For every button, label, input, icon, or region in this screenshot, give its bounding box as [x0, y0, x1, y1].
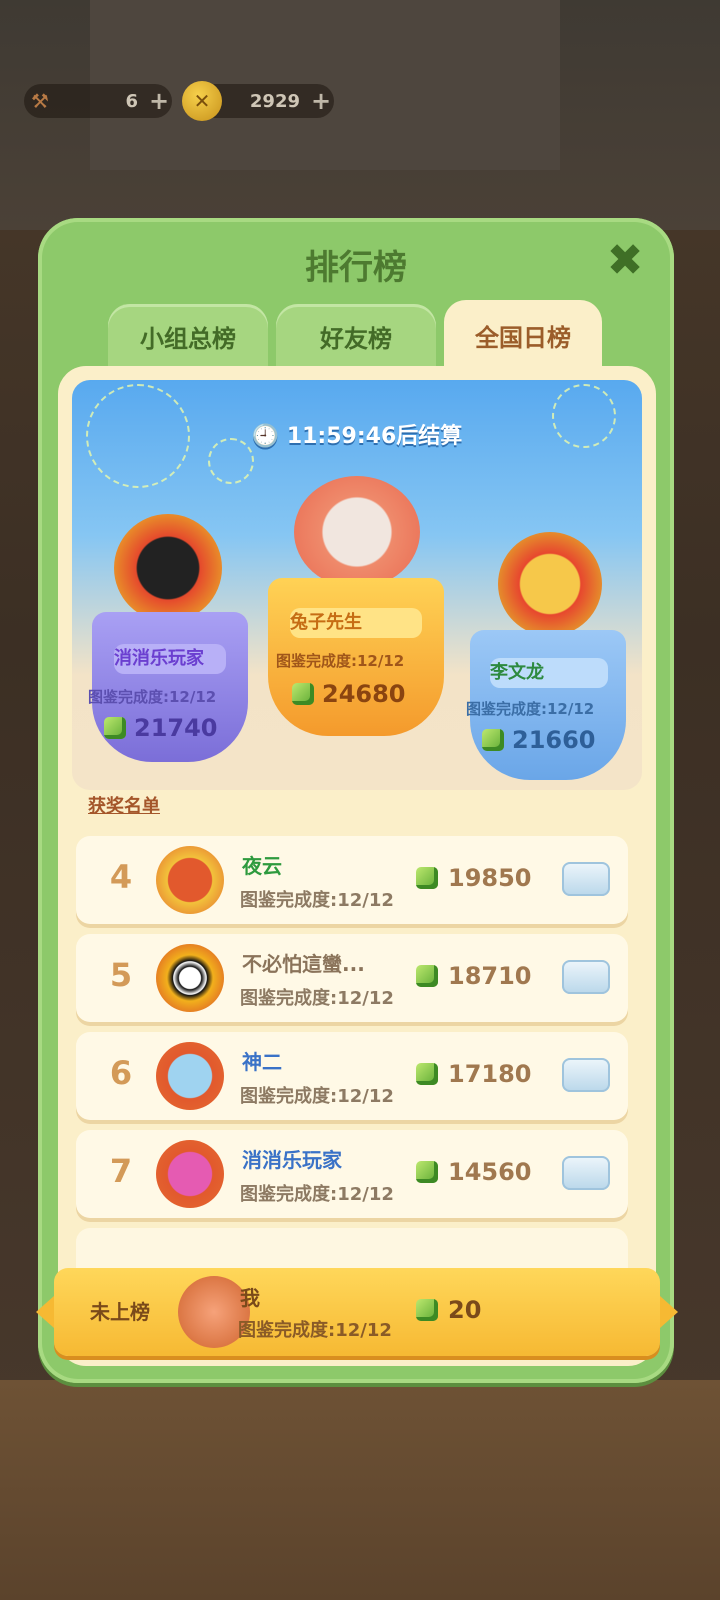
hammer-icon: ⚒ — [31, 89, 49, 113]
first-place-completion: 图鉴完成度:12/12 — [276, 652, 405, 670]
my-name: 我 — [240, 1286, 260, 1310]
leaderboard-row[interactable]: 6 神二 图鉴完成度:12/12 17180 — [76, 1032, 628, 1120]
coin-count: 2929 — [249, 90, 300, 112]
player-name: 消消乐玩家 — [242, 1148, 342, 1172]
leaderboard-content: 🕘 11:59:46后结算 消消乐玩家 图鉴完成度:12/12 21740 兔子… — [58, 366, 656, 1366]
add-coin-button[interactable]: + — [308, 87, 334, 115]
avatar-first-place[interactable] — [294, 476, 420, 588]
my-score: 20 — [416, 1296, 481, 1324]
leaderboard-row[interactable]: 4 夜云 图鉴完成度:12/12 19850 — [76, 836, 628, 924]
score: 19850 — [416, 864, 532, 892]
rank-number: 4 — [109, 858, 133, 896]
cube-icon — [104, 717, 126, 739]
completion-text: 图鉴完成度:12/12 — [240, 1086, 394, 1107]
avatar — [156, 1140, 224, 1208]
add-hammer-button[interactable]: + — [146, 87, 172, 115]
rank-number: 7 — [109, 1152, 133, 1190]
player-name: 神二 — [242, 1050, 282, 1074]
rank-number: 6 — [109, 1054, 133, 1092]
leaderboard-dialog: 排行榜 ✖ 小组总榜 好友榜 全国日榜 🕘 11:59:46后结算 消消乐玩家 … — [38, 218, 674, 1383]
tab-group-total[interactable]: 小组总榜 — [108, 304, 268, 368]
third-place-score: 21660 — [482, 726, 596, 754]
cube-icon — [292, 683, 314, 705]
my-rank-bar[interactable]: 未上榜 我 图鉴完成度:12/12 20 — [36, 1268, 678, 1356]
ribbon-tip-right — [660, 1296, 678, 1328]
reward-box-icon — [562, 862, 610, 896]
close-icon[interactable]: ✖ — [602, 238, 648, 284]
leaderboard-row[interactable]: 5 不必怕這蠻... 图鉴完成度:12/12 18710 — [76, 934, 628, 1022]
cube-icon — [416, 965, 438, 987]
clock-icon: 🕘 — [251, 424, 280, 449]
dialog-title: 排行榜 — [305, 248, 407, 288]
third-place-completion: 图鉴完成度:12/12 — [466, 700, 595, 718]
cube-icon — [416, 1299, 438, 1321]
ribbon-tip-left — [36, 1296, 54, 1328]
reward-box-icon — [562, 1156, 610, 1190]
podium-banner: 🕘 11:59:46后结算 消消乐玩家 图鉴完成度:12/12 21740 兔子… — [72, 380, 642, 790]
cube-icon — [482, 729, 504, 751]
second-place-score: 21740 — [104, 714, 218, 742]
background-floor — [0, 1380, 720, 1600]
my-rank-status: 未上榜 — [90, 1300, 150, 1324]
settlement-timer: 🕘 11:59:46后结算 — [72, 418, 642, 450]
my-completion: 图鉴完成度:12/12 — [238, 1320, 392, 1341]
player-name: 夜云 — [242, 854, 282, 878]
coin-resource[interactable]: ✕ 2929 + — [182, 81, 334, 121]
score: 17180 — [416, 1060, 532, 1088]
score: 18710 — [416, 962, 532, 990]
completion-text: 图鉴完成度:12/12 — [240, 1184, 394, 1205]
avatar — [156, 944, 224, 1012]
reward-box-icon — [562, 1058, 610, 1092]
tab-friends[interactable]: 好友榜 — [276, 304, 436, 368]
rank-number: 5 — [109, 956, 133, 994]
player-name: 不必怕這蠻... — [242, 952, 365, 976]
completion-text: 图鉴完成度:12/12 — [240, 988, 394, 1009]
cube-icon — [416, 867, 438, 889]
coin-icon: ✕ — [182, 81, 222, 121]
hammer-resource[interactable]: ⚒ 6 + — [24, 84, 172, 118]
score: 14560 — [416, 1158, 532, 1186]
avatar — [156, 1042, 224, 1110]
avatar-third-place[interactable] — [498, 532, 602, 636]
leaderboard-row[interactable]: 7 消消乐玩家 图鉴完成度:12/12 14560 — [76, 1130, 628, 1218]
winners-list-link[interactable]: 获奖名单 — [88, 792, 160, 818]
first-place-name: 兔子先生 — [290, 608, 422, 638]
timer-text: 11:59:46后结算 — [286, 424, 463, 449]
first-place-score: 24680 — [292, 680, 406, 708]
avatar — [156, 846, 224, 914]
completion-text: 图鉴完成度:12/12 — [240, 890, 394, 911]
second-place-completion: 图鉴完成度:12/12 — [88, 688, 217, 706]
reward-box-icon — [562, 960, 610, 994]
cube-icon — [416, 1161, 438, 1183]
third-place-name: 李文龙 — [490, 658, 608, 688]
hammer-count: 6 — [125, 90, 138, 112]
avatar-second-place[interactable] — [114, 514, 222, 622]
cube-icon — [416, 1063, 438, 1085]
tab-national-daily[interactable]: 全国日榜 — [444, 300, 602, 370]
second-place-name: 消消乐玩家 — [114, 644, 226, 674]
